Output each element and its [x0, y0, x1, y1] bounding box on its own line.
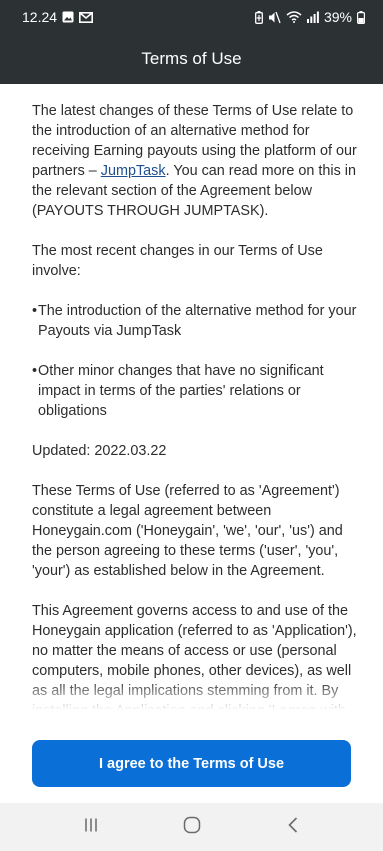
battery-icon: [357, 10, 365, 24]
bullet-text: The introduction of the alternative meth…: [38, 303, 357, 339]
back-button[interactable]: [263, 807, 323, 847]
recents-icon: [83, 817, 99, 838]
recents-button[interactable]: [61, 807, 121, 847]
signal-icon: [306, 11, 319, 23]
updated-date: Updated: 2022.03.22: [32, 443, 167, 459]
terms-paragraph-changes: The most recent changes in our Terms of …: [32, 243, 323, 279]
bullet-item: • The introduction of the alternative me…: [32, 301, 365, 341]
battery-percent: 39%: [323, 9, 352, 25]
app-header: Terms of Use: [0, 34, 383, 84]
clock: 12.24: [22, 9, 58, 25]
page-title: Terms of Use: [141, 49, 242, 68]
gmail-icon: [79, 11, 94, 23]
bullet-item: • Other minor changes that have no signi…: [32, 361, 365, 421]
status-left: 12.24: [22, 9, 94, 25]
mute-icon: [268, 11, 281, 24]
content-fade: [0, 680, 383, 710]
terms-paragraph-intro: The latest changes of these Terms of Use…: [32, 101, 365, 221]
home-icon: [183, 816, 201, 839]
home-button[interactable]: [162, 807, 222, 847]
battery-saver-icon: [255, 10, 263, 24]
agree-terms-button[interactable]: I agree to the Terms of Use: [32, 740, 351, 787]
gallery-icon: [62, 11, 74, 23]
system-nav-bar: [0, 803, 383, 851]
back-icon: [287, 816, 299, 839]
bullet-text: Other minor changes that have no signifi…: [38, 363, 324, 419]
wifi-icon: [286, 11, 302, 23]
terms-content[interactable]: The latest changes of these Terms of Use…: [0, 84, 383, 710]
status-bar: 12.24 39%: [0, 0, 383, 34]
status-right: 39%: [255, 9, 365, 25]
terms-paragraph-agreement: These Terms of Use (referred to as 'Agre…: [32, 483, 343, 579]
jumptask-link[interactable]: JumpTask: [101, 163, 166, 179]
